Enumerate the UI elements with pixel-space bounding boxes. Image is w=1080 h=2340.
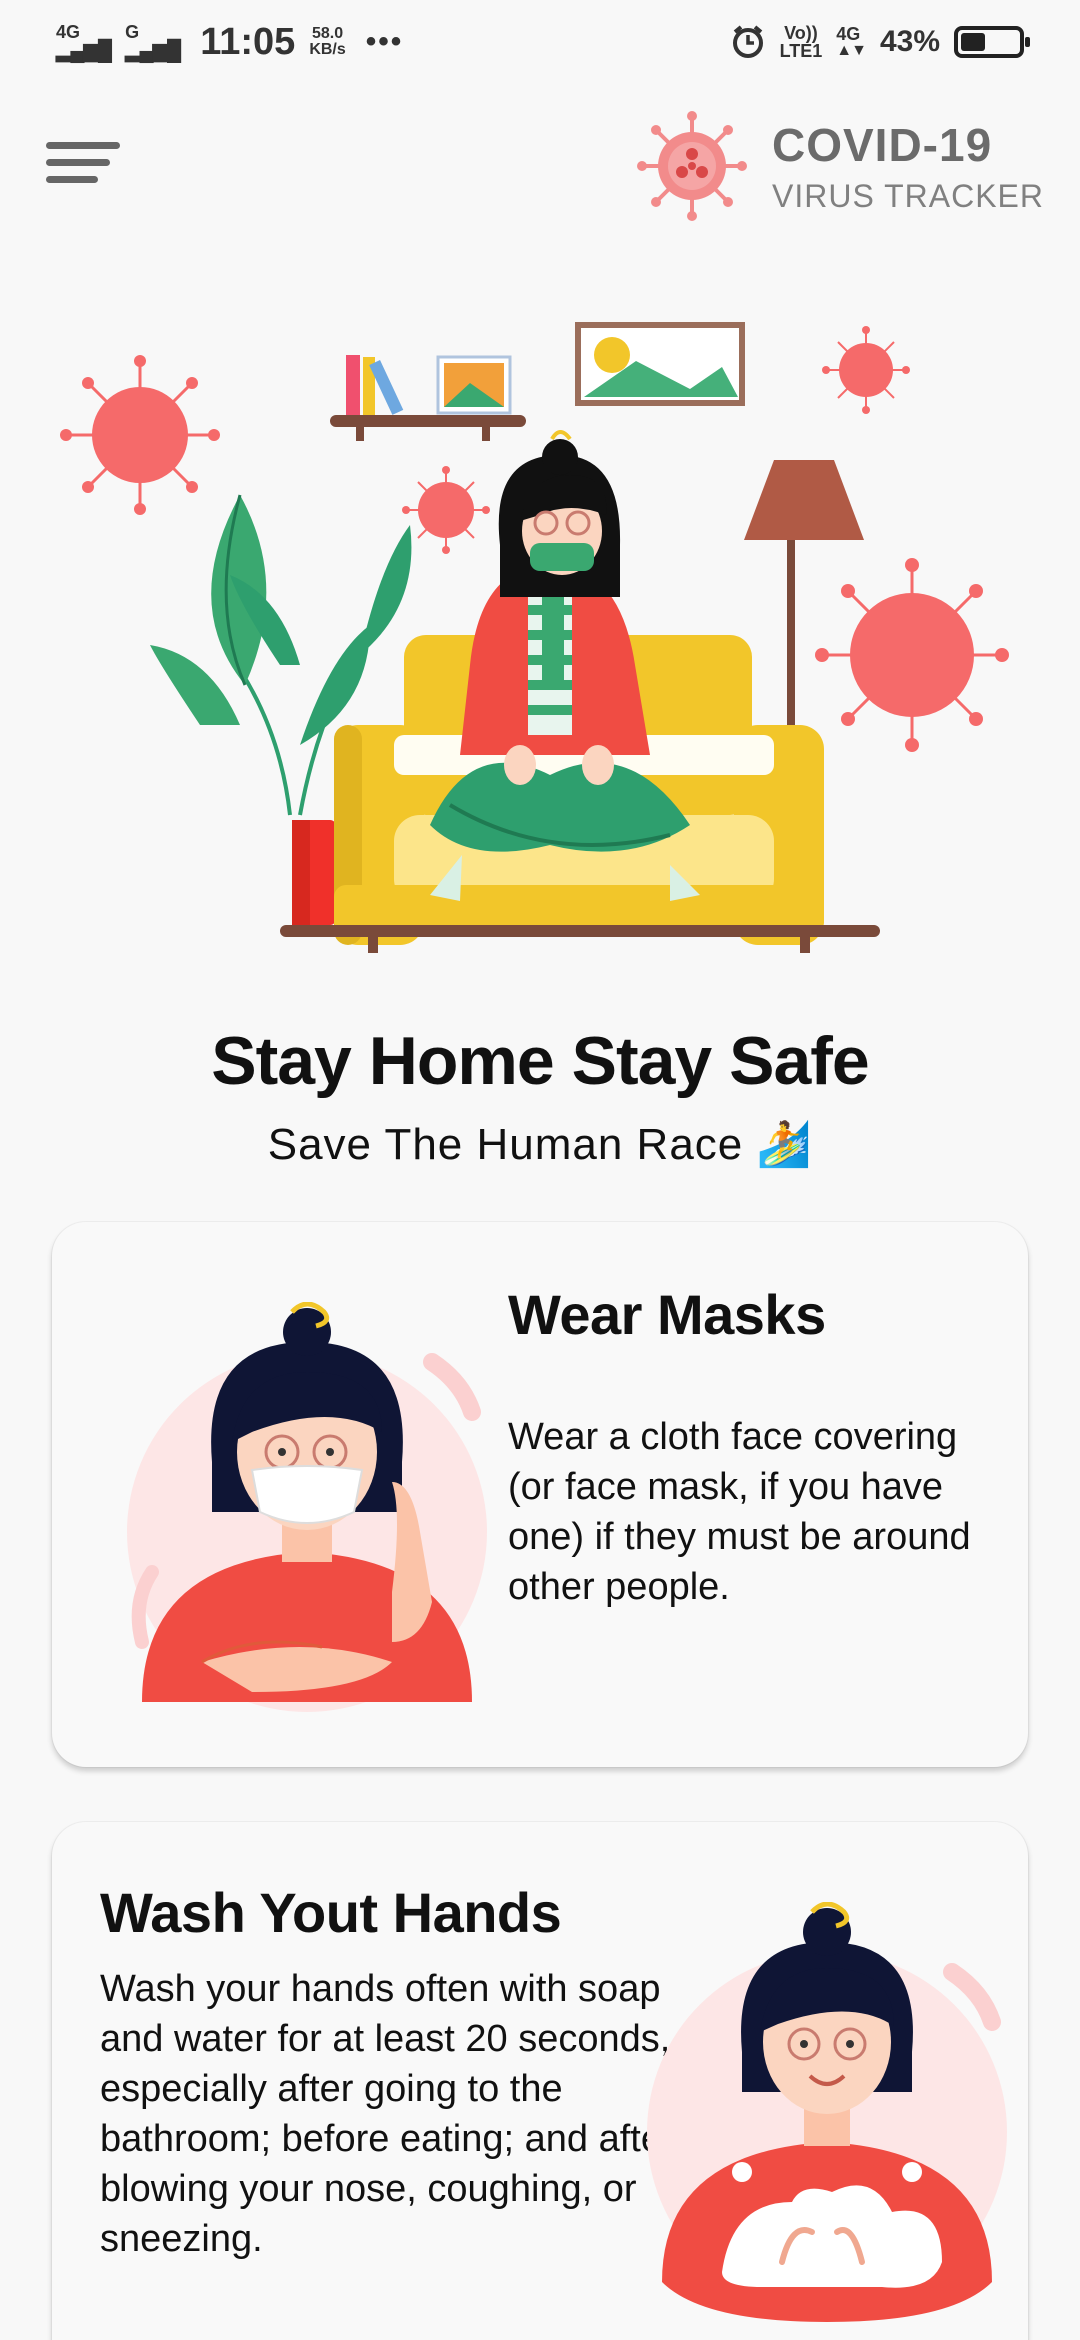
signal-bars-icon: ▂▄▆█ (125, 40, 181, 62)
menu-line (46, 159, 110, 166)
signal-1: 4G ▂▄▆█ (56, 22, 112, 62)
more-notifications-icon: ••• (365, 25, 404, 58)
woman-wearing-mask-illustration (127, 1302, 487, 1712)
status-right: Vo)) LTE1 4G ▲▼ 43% (730, 24, 1030, 60)
status-bar: 4G ▂▄▆█ G ▂▄▆█ 11:05 58.0 KB/s ••• Vo)) … (0, 0, 1080, 84)
hamburger-menu-icon[interactable] (46, 142, 120, 192)
speed-unit: KB/s (309, 41, 346, 58)
speed-value: 58.0 (311, 25, 344, 42)
volte-label: Vo)) (784, 23, 818, 43)
wall-picture-icon (575, 322, 745, 406)
card-text: Wear a cloth face covering (or face mask… (508, 1416, 971, 1608)
card-title: Wear Masks (508, 1283, 826, 1346)
volte-indicator: Vo)) LTE1 (780, 24, 823, 60)
status-left: 4G ▂▄▆█ G ▂▄▆█ 11:05 58.0 KB/s ••• (56, 21, 403, 64)
hero-title: Stay Home Stay Safe (211, 1023, 870, 1099)
app-subtitle: VIRUS TRACKER (771, 177, 1044, 214)
hero-subtitle: Save The Human Race 🏄 (267, 1120, 813, 1169)
network-type-1: 4G (56, 22, 81, 42)
menu-line (46, 142, 120, 149)
woman-washing-hands-illustration (647, 1902, 1007, 2322)
network-type-3: 4G (836, 24, 861, 44)
card-text: Wash your hands often with soap and wate… (100, 1968, 675, 2260)
signal-bars-icon: ▂▄▆█ (56, 40, 112, 62)
signal-2: G ▂▄▆█ (125, 22, 181, 62)
menu-line (46, 176, 98, 183)
woman-on-sofa-illustration (60, 322, 1009, 953)
virus-icon (815, 558, 1009, 752)
network-speed: 58.0 KB/s (309, 26, 345, 58)
app-brand: COVID-19 VIRUS TRACKER (636, 110, 1044, 222)
signal-3: 4G ▲▼ (836, 24, 867, 59)
battery-level (961, 33, 985, 51)
app-title: COVID-19 (771, 118, 993, 171)
tip-card-wash-hands[interactable]: Wash Yout Hands Wash your hands often wi… (52, 1822, 1028, 2340)
lte-label: LTE1 (779, 41, 823, 61)
alarm-icon (732, 25, 763, 58)
network-type-2: G (125, 22, 140, 42)
battery-icon (954, 26, 1030, 58)
clock: 11:05 (200, 20, 296, 63)
virus-logo-icon (636, 111, 747, 221)
data-arrows-icon: ▲▼ (836, 42, 867, 59)
virus-icon (402, 466, 490, 554)
card-title: Wash Yout Hands (100, 1881, 562, 1944)
shelf-icon (330, 355, 526, 441)
virus-icon (60, 355, 220, 515)
battery-percent: 43% (879, 25, 940, 58)
brand-text: COVID-19 VIRUS TRACKER (772, 118, 1044, 215)
tip-card-wear-masks[interactable]: Wear Masks Wear a cloth face covering (o… (52, 1222, 1028, 1767)
virus-icon (822, 326, 910, 414)
